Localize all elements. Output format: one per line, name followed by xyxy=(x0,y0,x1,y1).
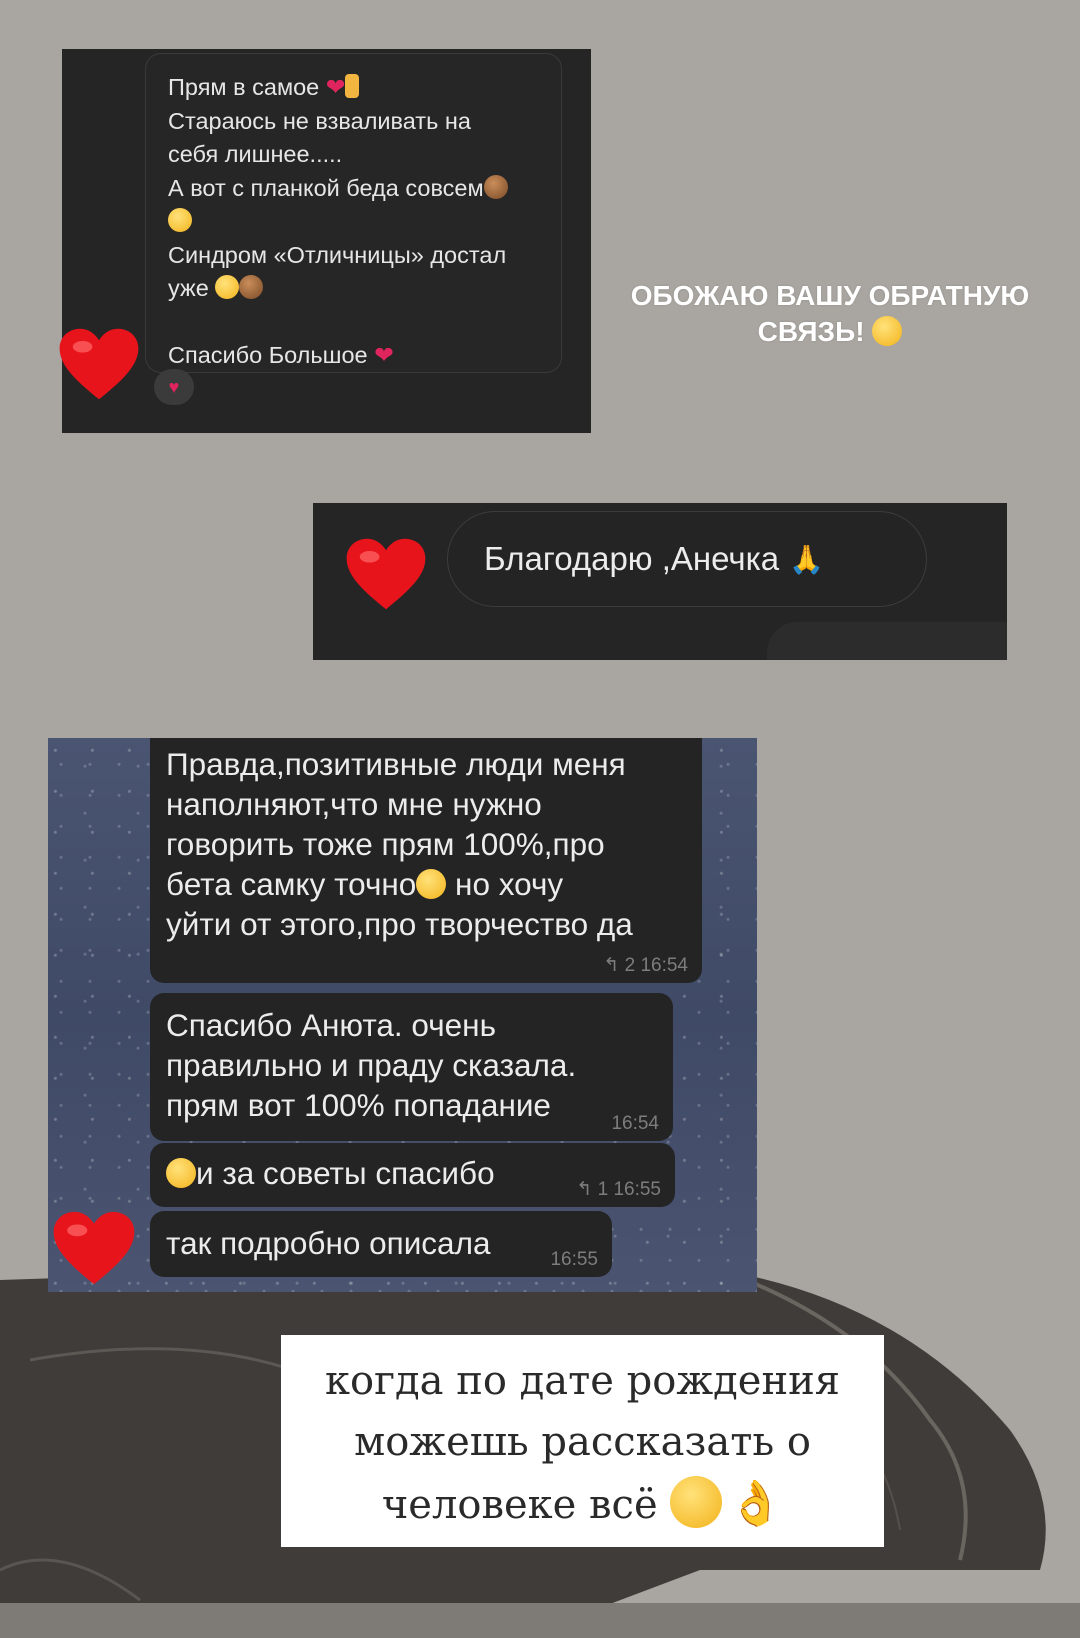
reaction-heart-chip[interactable]: ♥ xyxy=(154,369,194,405)
heart-sticker xyxy=(52,1210,136,1286)
message-bubble: так подробно описала 16:55 xyxy=(150,1211,612,1277)
message-meta: ↰ 2 16:54 xyxy=(603,955,688,976)
face-blowing-kiss-emoji xyxy=(166,1158,196,1188)
chat-screenshot-3: Правда,позитивные люди меня наполняют,чт… xyxy=(48,738,757,1292)
winking-face-emoji xyxy=(670,1476,723,1528)
smiling-face-with-hearts-emoji xyxy=(872,316,903,346)
grinning-face-emoji xyxy=(215,275,240,299)
message-text: Прям в самое ❤ Стараюсь не взваливать на… xyxy=(168,74,508,368)
see-no-evil-monkey-emoji xyxy=(483,174,508,199)
see-no-evil-monkey-emoji xyxy=(239,275,264,299)
heart-emoji: ❤ xyxy=(374,342,394,368)
message-bubble: Благодарю ,Анечка 🙏 xyxy=(447,511,927,607)
heart-sticker xyxy=(345,537,427,611)
folded-hands-emoji: 🙏 xyxy=(789,543,824,575)
bottom-bar xyxy=(0,1603,1080,1638)
grinning-face-emoji xyxy=(168,208,192,232)
heart-emoji: ❤ xyxy=(325,74,346,100)
message-text: Благодарю ,Анечка xyxy=(484,540,780,577)
message-meta: ↰ 1 16:55 xyxy=(576,1179,661,1200)
caption-bottom: когда по дате рождения можешь рассказать… xyxy=(281,1335,884,1547)
ok-hand-emoji: 👌 xyxy=(728,1478,784,1529)
chat-screenshot-2: Благодарю ,Анечка 🙏 xyxy=(313,503,1007,660)
thumbs-up-emoji xyxy=(345,74,360,98)
message-meta: 16:55 xyxy=(550,1249,598,1270)
partial-outgoing-bubble xyxy=(767,622,1007,660)
grimacing-face-emoji xyxy=(416,869,447,899)
message-bubble: Спасибо Анюта. очень правильно и праду с… xyxy=(150,993,673,1141)
chat-screenshot-1: Прям в самое ❤ Стараюсь не взваливать на… xyxy=(59,49,591,433)
caption-top: ОБОЖАЮ ВАШУ ОБРАТНУЮ СВЯЗЬ! xyxy=(630,280,1030,347)
heart-sticker xyxy=(58,327,140,401)
message-meta: 16:54 xyxy=(611,1113,659,1134)
message-bubble: Правда,позитивные люди меня наполняют,чт… xyxy=(150,738,702,983)
message-bubble: и за советы спасибо ↰ 1 16:55 xyxy=(150,1143,675,1207)
